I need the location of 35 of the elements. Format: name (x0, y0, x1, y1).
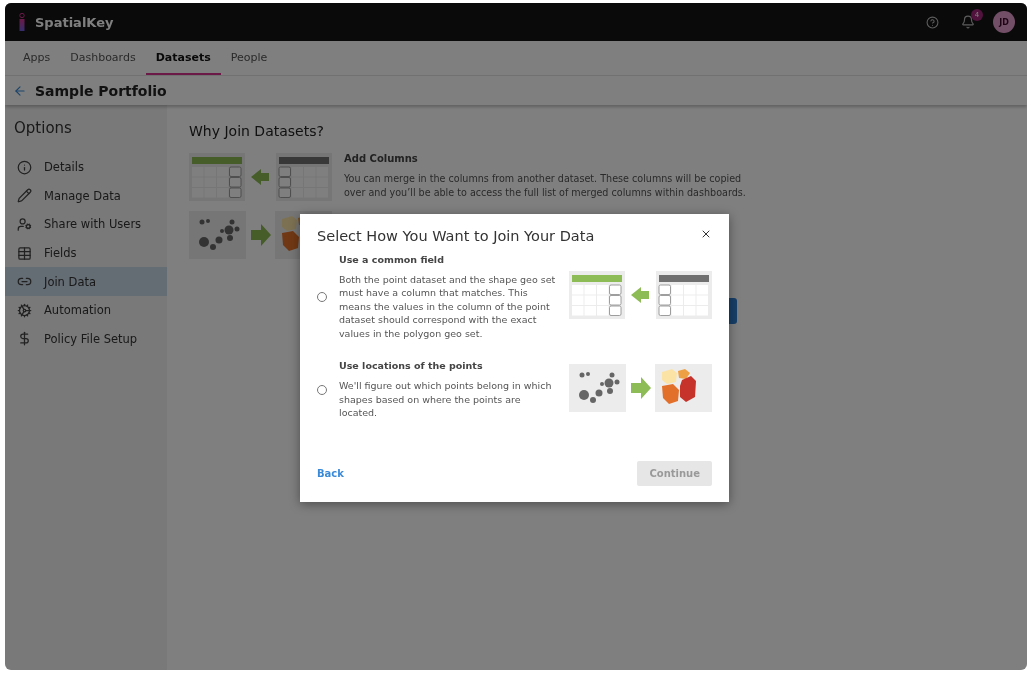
dialog-title: Select How You Want to Join Your Data (317, 228, 595, 244)
sidebar-item-label: Details (44, 160, 84, 175)
back-arrow-icon[interactable] (13, 83, 27, 98)
user-avatar[interactable]: JD (993, 11, 1015, 33)
sidebar-item-label: Manage Data (44, 188, 121, 203)
sidebar-item-label: Fields (44, 246, 77, 261)
user-gear-icon (17, 217, 32, 232)
dollar-icon (17, 331, 32, 347)
option-description: Both the point dataset and the shape geo set must have a column that matches. This means the values in the column of the point dataset should correspond with the exact values in the polygon geo set. (339, 273, 557, 341)
option-heading: Use a common field (339, 254, 445, 265)
sidebar-item[interactable]: Join Data (5, 267, 167, 296)
section-title: Why Join Datasets? (189, 123, 325, 139)
nav-tab[interactable]: Dashboards (60, 41, 146, 75)
gears-icon (17, 302, 32, 318)
back-link[interactable]: Back (317, 468, 344, 479)
sidebar-item-label: Share with Users (44, 217, 142, 232)
logo-icon (19, 13, 25, 31)
section-heading: Add Columns (344, 153, 419, 164)
nav-tab[interactable]: Apps (13, 41, 61, 75)
option-description: We'll figure out which points belong in which shapes based on where the points are located. (339, 379, 553, 420)
page-title: Sample Portfolio (35, 82, 167, 99)
section-description: You can merge in the columns from another dataset. These columns will be copied over and you’ll be able to access the full list of merged columns within dashboards. (344, 172, 747, 200)
pencil-icon (17, 188, 32, 204)
sidebar-title: Options (13, 119, 73, 139)
app-name: SpatialKey (35, 14, 114, 30)
close-button[interactable] (700, 228, 712, 240)
nav-tab[interactable]: People (220, 41, 278, 75)
option-heading: Use locations of the points (339, 360, 484, 372)
bell-icon[interactable] (961, 15, 975, 29)
help-icon[interactable] (926, 15, 939, 29)
table-icon (17, 245, 32, 261)
sidebar-item-label: Automation (44, 303, 111, 318)
sidebar-item-label: Policy File Setup (44, 331, 138, 346)
sidebar-item-label: Join Data (44, 274, 97, 289)
info-icon (17, 159, 32, 175)
